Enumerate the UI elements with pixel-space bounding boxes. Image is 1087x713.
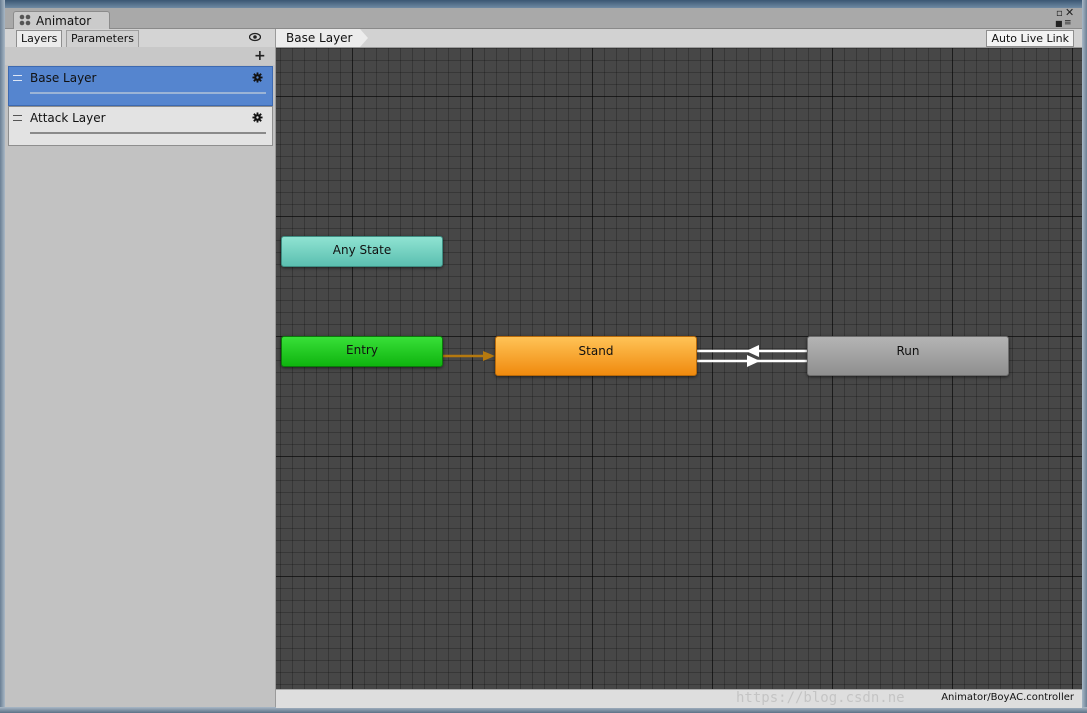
breadcrumb-label: Base Layer (286, 31, 353, 45)
layers-panel: Layers Parameters + Base Layer Attack La… (5, 29, 276, 707)
window-frame-right (1082, 0, 1087, 713)
gear-icon[interactable] (252, 112, 263, 123)
transition-run-to-stand-arrowhead (746, 345, 759, 357)
drag-handle-icon[interactable] (13, 75, 22, 81)
animator-window: Animator ▫ ✕ ■ ≡ Layers Parameters + Bas… (0, 0, 1087, 713)
state-run[interactable]: Run (807, 336, 1009, 376)
layer-weight-slider[interactable] (30, 132, 266, 134)
layer-item-attack[interactable]: Attack Layer (8, 106, 273, 146)
tab-animator[interactable]: Animator (13, 11, 110, 30)
watermark-text: https://blog.csdn.ne (736, 690, 905, 706)
layer-label: Base Layer (30, 71, 97, 85)
lock-icon[interactable]: ■ (1055, 19, 1063, 29)
breadcrumb-base-layer[interactable]: Base Layer (276, 29, 368, 47)
state-machine-graph[interactable]: Any State Entry Stand Run (276, 48, 1082, 689)
layer-label: Attack Layer (30, 111, 106, 125)
status-bar: https://blog.csdn.ne Animator/BoyAC.cont… (276, 689, 1082, 708)
tab-strip: Animator ▫ ✕ ■ ≡ (5, 7, 1082, 30)
state-stand[interactable]: Stand (495, 336, 697, 376)
animator-icon (19, 14, 31, 26)
layer-item-base[interactable]: Base Layer (8, 66, 273, 106)
default-transition-arrowhead (483, 351, 495, 361)
maximize-icon[interactable]: ▫ (1056, 9, 1063, 19)
tab-layers[interactable]: Layers (16, 30, 63, 47)
layer-weight-slider[interactable] (30, 92, 266, 94)
eye-icon[interactable] (249, 32, 261, 42)
state-any-state[interactable]: Any State (281, 236, 443, 267)
gear-icon[interactable] (252, 72, 263, 83)
drag-handle-icon[interactable] (13, 115, 22, 121)
add-layer-button[interactable]: + (254, 48, 266, 64)
menu-icon[interactable]: ≡ (1064, 18, 1072, 28)
add-layer-row: + (5, 47, 275, 65)
tab-parameters[interactable]: Parameters (66, 30, 139, 47)
transition-stand-to-run-arrowhead (747, 355, 760, 367)
close-icon[interactable]: ✕ (1065, 7, 1074, 18)
controller-path: Animator/BoyAC.controller (941, 692, 1074, 703)
tab-animator-label: Animator (36, 14, 92, 28)
layers-toolbar: Layers Parameters (5, 29, 275, 48)
window-controls: ▫ ✕ ■ ≡ (1046, 7, 1076, 29)
window-frame-top (0, 0, 1087, 8)
auto-live-link-button[interactable]: Auto Live Link (986, 30, 1074, 47)
state-entry[interactable]: Entry (281, 336, 443, 367)
graph-header: Base Layer Auto Live Link (276, 29, 1082, 48)
